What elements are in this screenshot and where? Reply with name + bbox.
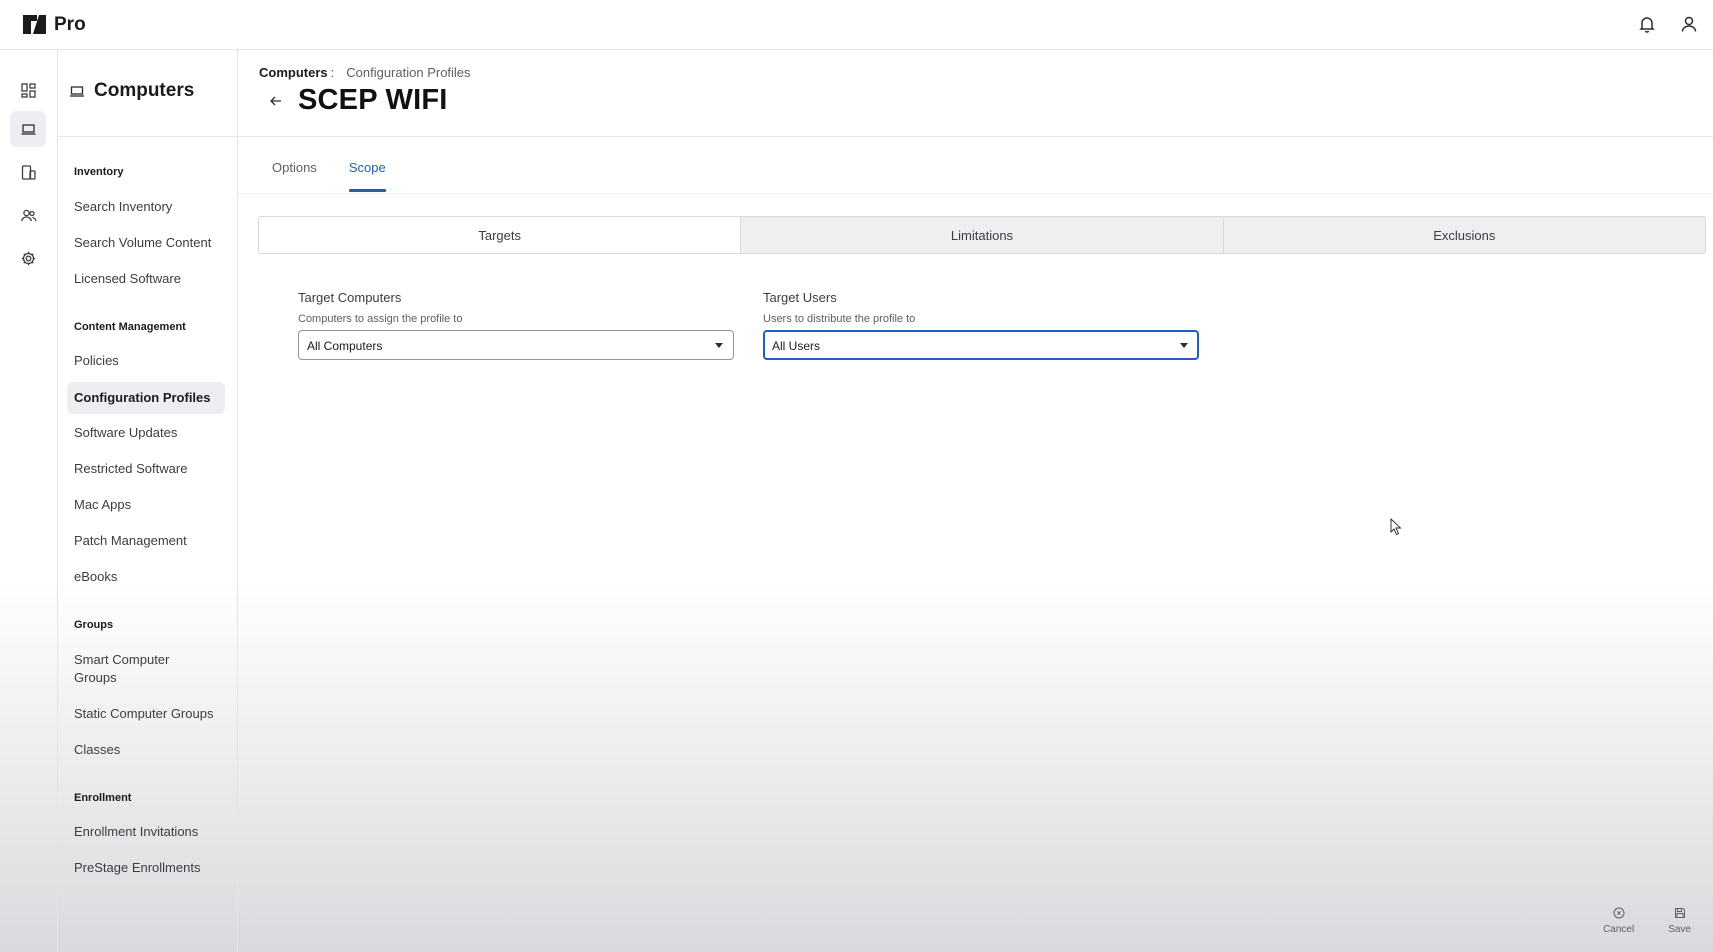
app-name: Pro	[54, 13, 86, 35]
sidebar-section-inventory: Inventory	[74, 166, 124, 178]
divider	[238, 136, 1713, 137]
tab-options[interactable]: Options	[272, 160, 317, 192]
sidebar-item-software-updates[interactable]: Software Updates	[67, 424, 222, 442]
brand-logo-icon	[23, 15, 46, 34]
target-computers-field: Target Computers Computers to assign the…	[298, 290, 734, 360]
sidebar-section-content-management: Content Management	[74, 321, 186, 333]
mouse-cursor-icon	[1390, 518, 1402, 536]
icon-rail	[0, 50, 58, 952]
scope-segmented-control: Targets Limitations Exclusions	[258, 216, 1706, 254]
divider	[58, 136, 237, 137]
users-icon[interactable]	[10, 197, 46, 233]
target-users-label: Target Users	[763, 290, 837, 305]
sidebar-item-static-computer-groups[interactable]: Static Computer Groups	[67, 705, 222, 723]
sidebar-item-policies[interactable]: Policies	[67, 352, 222, 370]
segment-targets[interactable]: Targets	[259, 217, 741, 253]
cancel-button[interactable]: Cancel	[1603, 907, 1634, 935]
breadcrumb-parent[interactable]: Computers	[259, 65, 328, 80]
breadcrumb-current[interactable]: Configuration Profiles	[346, 65, 470, 80]
caret-down-icon	[715, 343, 723, 348]
breadcrumb-separator: :	[330, 65, 335, 80]
sidebar-title: Computers	[69, 80, 194, 102]
sidebar-item-restricted-software[interactable]: Restricted Software	[67, 460, 222, 478]
user-icon[interactable]	[1679, 14, 1699, 34]
sidebar-item-enrollment-invitations[interactable]: Enrollment Invitations	[67, 823, 222, 841]
sidebar-item-mac-apps[interactable]: Mac Apps	[67, 496, 222, 514]
sidebar-item-licensed-software[interactable]: Licensed Software	[67, 270, 222, 288]
tab-scope[interactable]: Scope	[348, 160, 386, 192]
devices-icon[interactable]	[10, 154, 46, 190]
sidebar-item-classes[interactable]: Classes	[67, 741, 222, 759]
save-label: Save	[1668, 924, 1691, 935]
sidebar-item-patch-management[interactable]: Patch Management	[67, 532, 222, 550]
sidebar-section-enrollment: Enrollment	[74, 792, 132, 804]
sidebar-item-search-volume-content[interactable]: Search Volume Content	[67, 234, 222, 252]
brand[interactable]: Pro	[23, 13, 86, 36]
target-computers-select[interactable]: All Computers	[298, 330, 734, 360]
footer-actions: Cancel Save	[1603, 907, 1691, 935]
target-computers-label: Target Computers	[298, 290, 402, 305]
page-title: SCEP WIFI	[298, 84, 448, 116]
sidebar-item-ebooks[interactable]: eBooks	[67, 568, 222, 586]
save-button[interactable]: Save	[1668, 907, 1691, 935]
target-users-help: Users to distribute the profile to	[763, 313, 916, 325]
computers-icon[interactable]	[10, 111, 46, 147]
top-bar: Pro	[0, 0, 1713, 50]
target-users-field: Target Users Users to distribute the pro…	[763, 290, 1199, 360]
cancel-label: Cancel	[1603, 924, 1635, 935]
settings-icon[interactable]	[10, 240, 46, 276]
target-users-select[interactable]: All Users	[763, 330, 1199, 360]
dashboard-icon[interactable]	[10, 72, 46, 108]
sidebar-title-text: Computers	[94, 80, 195, 101]
main-content: Computers : Configuration Profiles SCEP …	[238, 50, 1713, 952]
target-computers-value: All Computers	[307, 339, 383, 353]
bell-icon[interactable]	[1637, 14, 1657, 34]
back-arrow-icon[interactable]	[268, 93, 284, 109]
save-icon	[1674, 908, 1685, 918]
laptop-icon	[70, 86, 84, 97]
cancel-icon	[1613, 907, 1625, 919]
sidebar-section-groups: Groups	[74, 619, 114, 631]
segment-exclusions[interactable]: Exclusions	[1222, 217, 1705, 253]
sidebar-item-search-inventory[interactable]: Search Inventory	[67, 198, 222, 216]
target-users-value: All Users	[772, 339, 821, 353]
sidebar-item-smart-computer-groups[interactable]: Smart Computer Groups	[67, 651, 194, 687]
sidebar-item-prestage-enrollments[interactable]: PreStage Enrollments	[67, 859, 222, 877]
caret-down-icon	[1180, 343, 1188, 348]
target-computers-help: Computers to assign the profile to	[298, 313, 463, 325]
breadcrumb: Computers : Configuration Profiles	[259, 65, 471, 80]
segment-limitations[interactable]: Limitations	[740, 217, 1222, 253]
sidebar-item-configuration-profiles[interactable]: Configuration Profiles	[67, 382, 225, 414]
divider	[238, 193, 1713, 194]
tab-bar: Options Scope	[272, 160, 386, 192]
sidebar: Computers Inventory Search Inventory Sea…	[58, 50, 238, 952]
